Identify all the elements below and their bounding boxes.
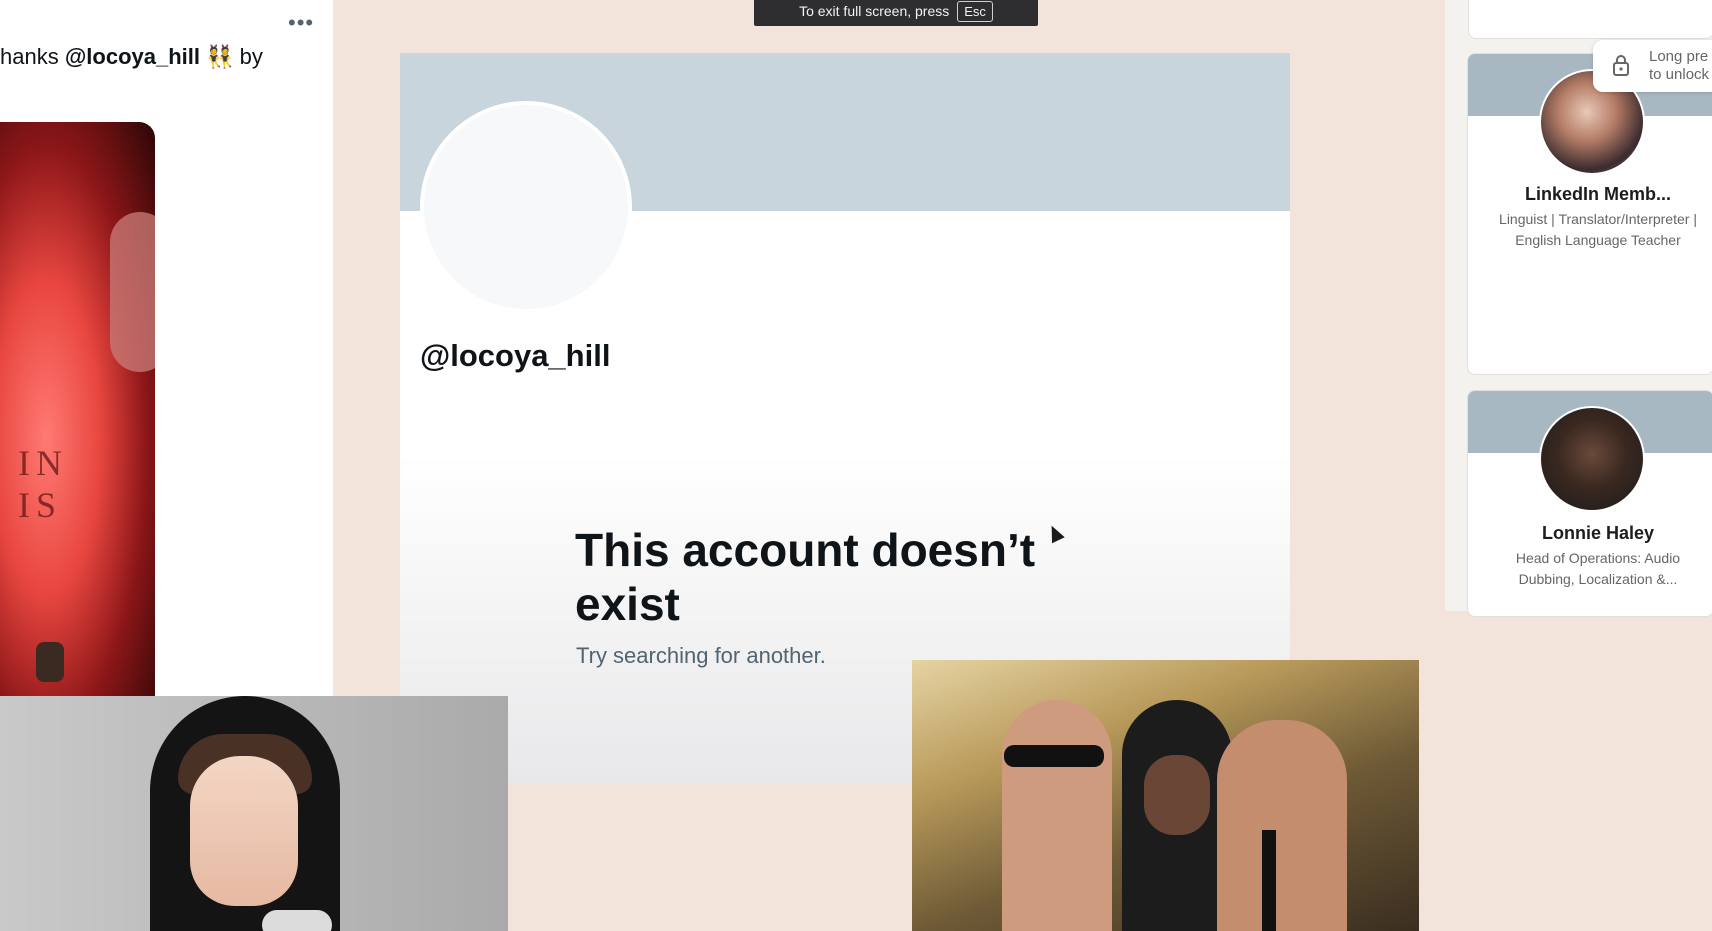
profile-handle: @locoya_hill: [420, 338, 611, 373]
photo-shirt-text: IN IS: [18, 443, 68, 525]
webcam-face: [190, 756, 298, 906]
linkedin-member-headline: Head of Operations: Audio Dubbing, Local…: [1486, 548, 1710, 590]
photo-watch: [36, 642, 64, 682]
headline-line: Linguist | Translator/Interpreter |: [1499, 211, 1697, 227]
lock-icon: [1613, 55, 1629, 76]
tweet-photo[interactable]: IN IS: [0, 122, 155, 696]
tweet-text-prefix: hanks: [0, 44, 65, 69]
avatar[interactable]: [1539, 406, 1645, 512]
overlay-photo: [912, 660, 1419, 931]
webcam-fur: [262, 910, 332, 931]
linkedin-member-headline: Linguist | Translator/Interpreter | Engl…: [1486, 209, 1710, 251]
lock-notice-line: Long pre: [1649, 48, 1709, 65]
tweet-text-suffix: by: [233, 44, 263, 69]
linkedin-member-name[interactable]: Lonnie Haley: [1468, 523, 1712, 544]
headline-line: Dubbing, Localization &...: [1518, 571, 1678, 587]
photo-harness: [1262, 830, 1276, 931]
linkedin-profile-card[interactable]: Lonnie Haley Head of Operations: Audio D…: [1467, 390, 1712, 617]
lock-notice-line: to unlock: [1649, 66, 1710, 83]
photo-person-right: [1217, 720, 1347, 931]
linkedin-card-previous: [1468, 0, 1712, 39]
profile-avatar: [420, 101, 632, 313]
headline-line: English Language Teacher: [1515, 232, 1681, 248]
headline-line: Head of Operations: Audio: [1515, 550, 1681, 566]
fullscreen-notice-text: To exit full screen, press: [799, 3, 950, 19]
photo-person-left: [1002, 700, 1112, 931]
account-missing-subtitle: Try searching for another.: [576, 643, 826, 668]
tweet-mention-link[interactable]: @locoya_hill: [65, 44, 200, 69]
more-options-icon[interactable]: •••: [288, 10, 314, 36]
photo-bystander-hair: [110, 212, 155, 372]
linkedin-member-name[interactable]: LinkedIn Memb...: [1468, 184, 1712, 205]
lock-notice-text: Long pre to unlock: [1649, 48, 1709, 84]
linkedin-profile-card[interactable]: LinkedIn Memb... Linguist | Translator/I…: [1467, 53, 1712, 375]
tweet-panel: ••• hanks @locoya_hill 👯 by IN IS: [0, 0, 333, 696]
esc-key-hint: Esc: [957, 0, 993, 22]
webcam-overlay: [0, 696, 508, 931]
tweet-text: hanks @locoya_hill 👯 by: [0, 44, 263, 70]
long-press-unlock-notice[interactable]: Long pre to unlock: [1593, 40, 1712, 92]
photo-face-center: [1144, 755, 1210, 835]
photo-blindfold: [1004, 745, 1104, 767]
dancers-emoji-icon: 👯: [206, 44, 234, 69]
account-missing-title: This account doesn’t exist: [575, 524, 1036, 630]
fullscreen-notice: To exit full screen, press Esc: [754, 0, 1038, 26]
